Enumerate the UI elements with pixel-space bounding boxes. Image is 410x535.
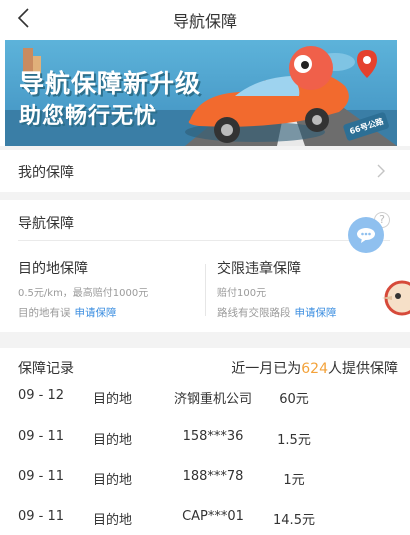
violation-subtitle: 赔付100元 [217, 288, 267, 299]
records-summary: 近一月已为624人提供保障 [231, 358, 398, 378]
record-date: 09 - 11 [18, 509, 65, 524]
destination-condition: 目的地有误 [18, 307, 71, 319]
promo-banner[interactable]: 导航保障新升级 助您畅行无忧 66号公路 [5, 40, 397, 146]
record-amount: 14.5元 [273, 513, 315, 528]
records-heading: 保障记录 [18, 361, 74, 377]
banner-subheadline: 助您畅行无忧 [19, 104, 158, 129]
record-user: CAP***01 [182, 509, 244, 524]
my-guarantee-label: 我的保障 [18, 165, 74, 181]
record-amount: 60元 [279, 392, 309, 407]
record-row: 09 - 11 目的地 158***36 1.5元 [0, 429, 410, 453]
column-divider [205, 264, 206, 316]
record-date: 09 - 11 [18, 429, 65, 444]
violation-footer: 路线有交限路段 申请保障 [217, 305, 337, 320]
record-type: 目的地 [93, 392, 133, 407]
destination-title: 目的地保障 [18, 261, 88, 277]
record-amount: 1.5元 [277, 433, 311, 448]
record-row: 09 - 12 目的地 济钢重机公司 60元 [0, 388, 410, 412]
summary-suffix: 人提供保障 [328, 361, 398, 377]
record-date: 09 - 12 [18, 388, 65, 403]
guarantee-records: 保障记录 近一月已为624人提供保障 09 - 12 目的地 济钢重机公司 60… [0, 348, 410, 535]
record-date: 09 - 11 [18, 469, 65, 484]
record-row: 09 - 11 目的地 188***78 1元 [0, 469, 410, 493]
destination-footer: 目的地有误 申请保障 [18, 305, 148, 320]
destination-subtitle: 0.5元/km，最高赔付1000元 [18, 288, 149, 299]
my-guarantee-row[interactable]: 我的保障 [0, 150, 410, 192]
chevron-right-icon [376, 163, 386, 183]
page-title: 导航保障 [172, 12, 237, 31]
violation-condition: 路线有交限路段 [217, 307, 291, 319]
summary-count: 624 [301, 361, 328, 377]
record-type: 目的地 [93, 433, 133, 448]
record-user: 济钢重机公司 [173, 392, 252, 407]
record-type: 目的地 [93, 473, 133, 488]
record-amount: 1元 [283, 473, 305, 488]
chat-bubble-icon[interactable] [348, 217, 384, 253]
record-row: 09 - 11 目的地 CAP***01 14.5元 [0, 509, 410, 533]
nav-guarantee-heading: 导航保障 [18, 216, 74, 232]
banner-headline: 导航保障新升级 [19, 69, 202, 98]
record-user: 158***36 [182, 429, 244, 444]
mascot-peek-icon[interactable] [380, 276, 410, 320]
divider [18, 240, 390, 241]
violation-apply-link[interactable]: 申请保障 [295, 307, 337, 319]
destination-guarantee: 目的地保障 0.5元/km，最高赔付1000元 目的地有误 申请保障 [18, 258, 148, 320]
divider [0, 192, 410, 200]
top-bar: 导航保障 [0, 0, 410, 38]
record-type: 目的地 [93, 513, 133, 528]
destination-apply-link[interactable]: 申请保障 [75, 307, 117, 319]
violation-guarantee: 交限违章保障 赔付100元 路线有交限路段 申请保障 [217, 258, 337, 320]
record-user: 188***78 [182, 469, 244, 484]
divider [0, 332, 410, 348]
summary-prefix: 近一月已为 [231, 361, 302, 377]
violation-title: 交限违章保障 [217, 261, 301, 277]
